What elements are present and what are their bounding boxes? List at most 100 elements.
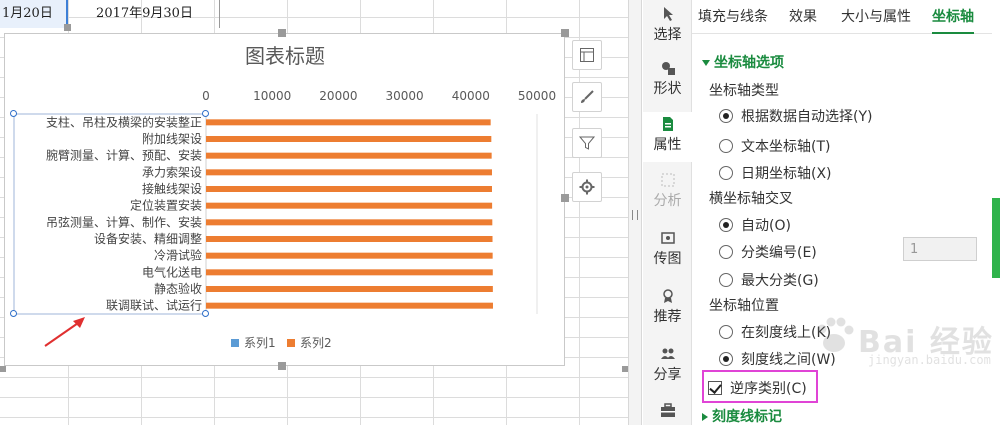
category-labels: 支柱、吊柱及横梁的安装整正附加线架设腕臂测量、计算、预配、安装承力索架设接触线架… xyxy=(46,114,202,312)
bar-2 xyxy=(206,202,493,209)
tick-marks-section[interactable]: 刻度线标记 xyxy=(702,406,782,425)
radio-circle-icon xyxy=(719,245,733,259)
category-label: 支柱、吊柱及横梁的安装整正 xyxy=(46,114,202,129)
side-toolbox-button[interactable] xyxy=(643,402,692,424)
chart-resize-handle[interactable] xyxy=(561,29,569,37)
x-tick-label: 0 xyxy=(202,89,210,103)
chart-filter-button[interactable] xyxy=(572,128,602,158)
chart-legend[interactable]: 系列1 系列2 xyxy=(231,336,332,350)
cell-end-date[interactable]: 2017年9月30日 xyxy=(70,0,220,28)
toolbox-icon xyxy=(660,403,675,417)
side-recommend-button[interactable]: 推荐 xyxy=(643,288,692,332)
chart-resize-handle[interactable] xyxy=(278,362,286,370)
panel-collapse-tab[interactable] xyxy=(992,198,1000,278)
shapes-icon xyxy=(661,62,675,75)
side-analysis-button[interactable]: 分析 xyxy=(643,172,692,216)
radio-date-axis[interactable]: 日期坐标轴(X) xyxy=(719,163,832,183)
radio-text-axis[interactable]: 文本坐标轴(T) xyxy=(719,136,830,156)
cross-label: 横坐标轴交叉 xyxy=(709,191,793,207)
bar-2 xyxy=(206,236,493,242)
radio-auto-select[interactable]: 根据数据自动选择(Y) xyxy=(719,106,872,126)
filter-icon xyxy=(579,136,595,150)
radio-label: 文本坐标轴(T) xyxy=(741,139,831,155)
tick-marks-title: 刻度线标记 xyxy=(712,409,782,425)
tab-size-properties[interactable]: 大小与属性 xyxy=(841,6,911,34)
bar-2 xyxy=(206,219,493,226)
side-transmit-button[interactable]: 传图 xyxy=(643,230,692,274)
side-transmit-label: 传图 xyxy=(653,251,682,267)
legend-label: 系列1 xyxy=(244,336,276,350)
x-tick-label: 20000 xyxy=(319,89,357,103)
category-label: 静态验收 xyxy=(154,281,202,296)
radio-cross-max[interactable]: 最大分类(G) xyxy=(719,270,819,290)
category-label: 承力索架设 xyxy=(142,165,202,179)
chart-style-button[interactable] xyxy=(572,82,602,112)
radio-circle-icon xyxy=(719,218,733,232)
paintbrush-icon xyxy=(581,90,594,103)
side-select-button[interactable]: 选择 xyxy=(643,4,692,48)
side-recommend-label: 推荐 xyxy=(653,309,682,325)
x-tick-label: 40000 xyxy=(452,89,490,103)
axis-options-section[interactable]: 坐标轴选项 xyxy=(702,52,784,72)
chart-title[interactable]: 图表标题 xyxy=(245,44,325,68)
radio-circle-icon xyxy=(719,139,733,153)
plot-handle[interactable] xyxy=(202,310,209,317)
position-label: 坐标轴位置 xyxy=(709,298,779,314)
category-label: 腕臂测量、计算、预配、安装 xyxy=(46,148,202,163)
radio-circle-icon xyxy=(719,325,733,339)
plot-handle[interactable] xyxy=(202,110,209,117)
side-shape-button[interactable]: 形状 xyxy=(643,60,692,104)
legend-label: 系列2 xyxy=(300,336,332,350)
bar-2 xyxy=(206,252,493,259)
tab-effects[interactable]: 效果 xyxy=(789,6,817,34)
radio-cross-category[interactable]: 分类编号(E) xyxy=(719,242,817,262)
category-label: 电气化送电 xyxy=(142,264,202,279)
baidu-watermark: Bai 经验 jingyan.baidu.com xyxy=(812,313,1000,373)
expand-chevron-icon xyxy=(702,60,710,66)
bar-2 xyxy=(206,152,492,159)
cell-start-date[interactable]: 1月20日 xyxy=(0,0,68,28)
side-properties-button[interactable]: 属性 xyxy=(643,112,692,162)
category-label: 联调联试、试运行 xyxy=(106,298,202,313)
chart-resize-handle[interactable] xyxy=(278,29,286,37)
radio-cross-auto[interactable]: 自动(O) xyxy=(719,215,791,235)
divider-grip-icon[interactable] xyxy=(632,210,638,220)
bar-2 xyxy=(206,186,492,192)
category-number-input[interactable] xyxy=(903,237,977,261)
plot-handle[interactable] xyxy=(10,310,17,317)
radio-circle-icon xyxy=(719,166,733,180)
tab-fill-line[interactable]: 填充与线条 xyxy=(698,6,768,34)
category-label: 吊弦测量、计算、制作、安装 xyxy=(46,214,202,229)
radio-circle-icon xyxy=(719,352,733,366)
category-label: 接触线架设 xyxy=(142,181,202,196)
axis-options-title: 坐标轴选项 xyxy=(714,55,784,71)
collapse-chevron-icon xyxy=(702,413,708,421)
radio-label: 日期坐标轴(X) xyxy=(741,166,832,182)
side-share-label: 分享 xyxy=(653,367,682,383)
bar-series xyxy=(206,119,493,309)
chart-elements-button[interactable] xyxy=(572,40,602,70)
side-share-button[interactable]: 分享 xyxy=(643,346,692,390)
tab-axis[interactable]: 坐标轴 xyxy=(932,6,974,34)
cursor-icon xyxy=(663,7,673,21)
chart-canvas: 图表标题 0 10000 20000 30000 40000 50000 支柱、吊柱及横梁… xyxy=(13,44,556,350)
cell-fill-handle[interactable] xyxy=(64,24,71,31)
bar-chart[interactable]: 图表标题 0 10000 20000 30000 40000 50000 支柱、吊柱及横梁… xyxy=(4,29,569,370)
side-shape-label: 形状 xyxy=(653,81,682,97)
chart-settings-button[interactable] xyxy=(572,172,602,202)
side-properties-label: 属性 xyxy=(653,137,682,153)
bar-2 xyxy=(206,302,493,309)
axis-type-label: 坐标轴类型 xyxy=(709,83,779,99)
category-label: 设备安装、精细调整 xyxy=(94,231,202,246)
x-tick-label: 30000 xyxy=(386,89,424,103)
radio-label: 分类编号(E) xyxy=(741,245,817,261)
x-tick-label: 50000 xyxy=(518,89,556,103)
radio-circle-icon xyxy=(719,273,733,287)
x-tick-label: 10000 xyxy=(253,89,291,103)
plot-handle[interactable] xyxy=(10,110,17,117)
panel-tabs: 填充与线条 效果 大小与属性 坐标轴 xyxy=(692,0,992,34)
chart-resize-handle[interactable] xyxy=(561,194,569,202)
category-label: 冷滑试验 xyxy=(154,248,202,263)
annotation-arrow-icon xyxy=(44,317,85,347)
reverse-categories-checkbox[interactable]: 逆序类别(C) xyxy=(708,378,807,398)
